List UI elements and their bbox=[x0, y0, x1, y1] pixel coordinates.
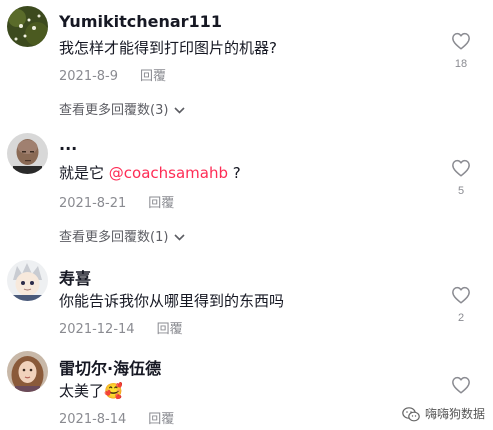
like-button[interactable]: 2 bbox=[449, 286, 473, 324]
watermark: 嗨嗨狗数据 bbox=[402, 405, 485, 422]
avatar[interactable] bbox=[7, 351, 48, 392]
chevron-down-icon bbox=[174, 234, 185, 241]
comment-text-before: 就是它 bbox=[59, 164, 109, 182]
like-button[interactable]: 5 bbox=[449, 159, 473, 197]
avatar[interactable] bbox=[7, 6, 48, 47]
comment-meta: 2021-12-14 回覆 bbox=[59, 318, 183, 337]
heart-outline-icon bbox=[452, 286, 470, 304]
avatar[interactable] bbox=[7, 260, 48, 301]
comment-text-main: 太美了 bbox=[59, 382, 105, 400]
like-button[interactable] bbox=[449, 376, 473, 394]
heart-outline-icon bbox=[452, 376, 470, 394]
view-more-replies-label: 查看更多回覆数(3) bbox=[59, 103, 169, 118]
comment-text-after: ? bbox=[228, 164, 241, 182]
heart-outline-icon bbox=[452, 159, 470, 177]
view-more-replies[interactable]: 查看更多回覆数(1) bbox=[59, 226, 185, 245]
comment-username[interactable]: 雷切尔·海伍德 bbox=[59, 355, 161, 379]
comment-date: 2021-8-21 bbox=[59, 196, 127, 211]
like-count: 2 bbox=[457, 312, 465, 324]
comment-meta: 2021-8-21 回覆 bbox=[59, 192, 174, 211]
view-more-replies[interactable]: 查看更多回覆数(3) bbox=[59, 99, 185, 118]
like-button[interactable]: 18 bbox=[449, 32, 473, 70]
watermark-text: 嗨嗨狗数据 bbox=[424, 407, 485, 421]
smiling-face-with-hearts-emoji: 🥰 bbox=[104, 382, 123, 400]
wechat-icon bbox=[402, 407, 420, 422]
avatar[interactable] bbox=[7, 133, 48, 174]
like-count: 5 bbox=[457, 185, 465, 197]
reply-button[interactable]: 回覆 bbox=[148, 196, 174, 211]
comment-date: 2021-8-14 bbox=[59, 412, 127, 427]
reply-button[interactable]: 回覆 bbox=[140, 69, 166, 84]
like-count: 18 bbox=[454, 58, 468, 70]
heart-outline-icon bbox=[452, 32, 470, 50]
comment-date: 2021-8-9 bbox=[59, 69, 119, 84]
comment-text: 你能告诉我你从哪里得到的东西吗 bbox=[59, 292, 285, 310]
comment-text: 我怎样才能得到打印图片的机器? bbox=[59, 39, 277, 57]
mention-link[interactable]: @coachsamahb bbox=[109, 164, 228, 182]
chevron-down-icon bbox=[174, 107, 185, 114]
comment-text: 太美了🥰 bbox=[59, 380, 123, 401]
reply-button[interactable]: 回覆 bbox=[148, 412, 174, 427]
comment-username[interactable]: Yumikitchenar111 bbox=[59, 12, 222, 31]
comment-text: 就是它 @coachsamahb ? bbox=[59, 162, 241, 183]
comment-username[interactable]: ... bbox=[59, 135, 77, 154]
comment-date: 2021-12-14 bbox=[59, 322, 135, 337]
comment-username[interactable]: 寿喜 bbox=[59, 265, 91, 289]
view-more-replies-label: 查看更多回覆数(1) bbox=[59, 230, 169, 245]
reply-button[interactable]: 回覆 bbox=[157, 322, 183, 337]
comment-meta: 2021-8-9 回覆 bbox=[59, 65, 166, 84]
comment-meta: 2021-8-14 回覆 bbox=[59, 408, 174, 427]
